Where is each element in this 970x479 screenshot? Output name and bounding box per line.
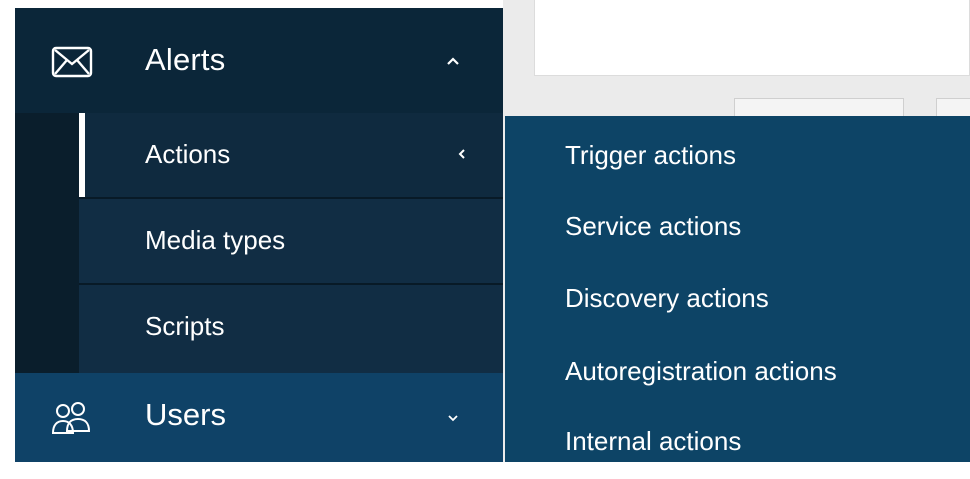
chevron-up-icon xyxy=(445,54,461,66)
chevron-down-icon xyxy=(445,411,461,423)
flyout-item-autoregistration-actions[interactable]: Autoregistration actions xyxy=(565,356,837,386)
flyout-item-service-actions[interactable]: Service actions xyxy=(565,211,741,241)
active-indicator xyxy=(79,113,85,197)
page-edge xyxy=(0,462,970,479)
sidebar-item-label: Alerts xyxy=(145,42,226,77)
sidebar-subitem-label: Media types xyxy=(145,225,286,255)
chevron-left-icon xyxy=(457,147,467,161)
alerts-submenu: Actions Media types Scripts xyxy=(15,113,503,373)
sidebar-item-label: Users xyxy=(145,397,226,432)
sidebar-subitem-label: Scripts xyxy=(145,311,225,341)
actions-flyout-menu: Trigger actions Service actions Discover… xyxy=(505,116,970,462)
flyout-item-internal-actions[interactable]: Internal actions xyxy=(565,426,741,456)
app-viewport: Alerts Actions Media types Scripts Users… xyxy=(0,0,970,479)
content-button[interactable] xyxy=(936,98,970,118)
users-icon xyxy=(51,401,91,437)
flyout-item-trigger-actions[interactable]: Trigger actions xyxy=(565,140,736,170)
envelope-icon xyxy=(51,46,93,78)
flyout-item-discovery-actions[interactable]: Discovery actions xyxy=(565,283,769,313)
sidebar-item-users[interactable]: Users xyxy=(15,373,503,462)
sidebar-subitem-actions[interactable]: Actions xyxy=(79,113,503,197)
sidebar: Alerts Actions Media types Scripts Users xyxy=(15,8,503,462)
sidebar-subitem-media-types[interactable]: Media types xyxy=(79,199,503,283)
content-header-card xyxy=(534,0,970,76)
content-button[interactable] xyxy=(734,98,904,118)
sidebar-item-alerts[interactable]: Alerts xyxy=(15,8,503,113)
sidebar-subitem-label: Actions xyxy=(145,139,231,169)
sidebar-subitem-scripts[interactable]: Scripts xyxy=(79,285,503,373)
